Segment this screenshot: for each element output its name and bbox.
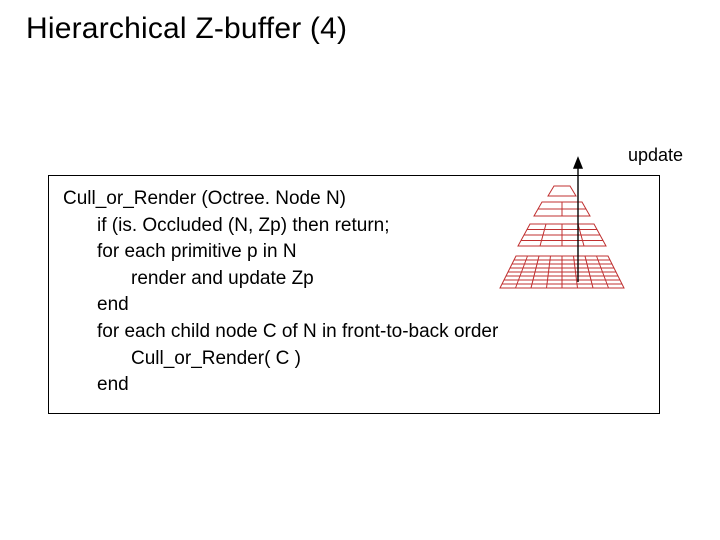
algo-line-7: end: [63, 372, 645, 399]
algo-line-3: render and update Zp: [63, 266, 645, 293]
algo-line-1: if (is. Occluded (N, Zp) then return;: [63, 213, 645, 240]
algo-line-2: for each primitive p in N: [63, 239, 645, 266]
algo-line-5: for each child node C of N in front-to-b…: [63, 319, 645, 346]
algorithm-box: Cull_or_Render (Octree. Node N) if (is. …: [48, 175, 660, 414]
algo-line-4: end: [63, 292, 645, 319]
slide: Hierarchical Z-buffer (4) update Cull_or…: [0, 0, 720, 540]
algo-line-6: Cull_or_Render( C ): [63, 346, 645, 373]
algo-line-0: Cull_or_Render (Octree. Node N): [63, 186, 645, 213]
page-title: Hierarchical Z-buffer (4): [26, 12, 347, 46]
update-label: update: [628, 145, 683, 166]
